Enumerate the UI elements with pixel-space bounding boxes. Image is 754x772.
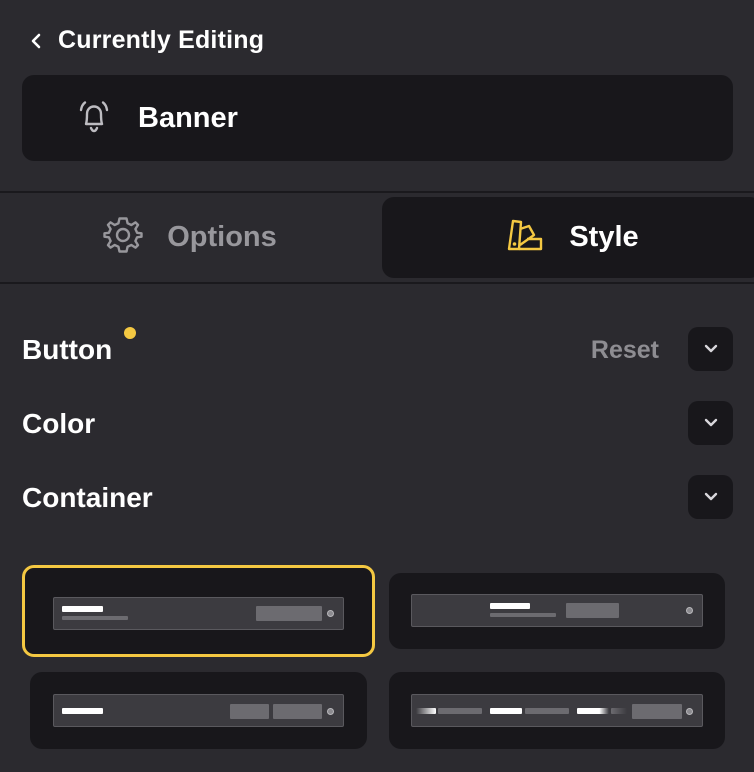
preview-marquee-text: [577, 708, 609, 714]
preview-button: [256, 606, 322, 621]
preview-button: [273, 704, 322, 719]
palette-swatch-icon: [505, 215, 545, 260]
layout-option-1[interactable]: [22, 565, 375, 657]
preview-close: [327, 708, 334, 715]
preview-marquee-subtext: [611, 708, 627, 714]
tab-options-label: Options: [167, 221, 277, 253]
tab-style[interactable]: Style: [382, 197, 754, 278]
chevron-down-icon: [704, 492, 717, 501]
divider: [0, 282, 754, 284]
layout-preview: [411, 694, 703, 727]
preview-button: [632, 704, 682, 719]
preview-title: [62, 708, 103, 714]
layout-preview: [53, 694, 344, 727]
tab-bar: Options Style: [0, 193, 754, 282]
expand-button[interactable]: [688, 475, 733, 519]
current-component-card: Banner: [22, 75, 733, 161]
layout-option-2[interactable]: [389, 573, 725, 649]
chevron-left-icon: [30, 32, 44, 50]
bell-icon: [74, 97, 114, 137]
tab-style-label: Style: [569, 221, 639, 253]
section-title: Container: [22, 482, 153, 513]
component-name: Banner: [138, 102, 238, 134]
section-color[interactable]: Color: [22, 401, 733, 447]
section-container[interactable]: Container: [22, 475, 733, 521]
reset-button[interactable]: Reset: [591, 327, 659, 373]
chevron-down-icon: [704, 344, 717, 353]
preview-subtitle: [490, 613, 556, 617]
layout-preview: [53, 597, 344, 630]
layout-option-3[interactable]: [30, 672, 367, 749]
preview-close: [686, 708, 693, 715]
chevron-down-icon: [704, 418, 717, 427]
preview-marquee-subtext: [438, 708, 482, 714]
layout-option-4[interactable]: [389, 672, 725, 749]
preview-close: [327, 610, 334, 617]
preview-marquee-text: [416, 708, 436, 714]
editor-header: Currently Editing Banner: [0, 0, 754, 190]
modified-indicator: [124, 327, 136, 339]
preview-marquee-subtext: [525, 708, 569, 714]
section-title: Color: [22, 408, 96, 439]
expand-button[interactable]: [688, 401, 733, 445]
preview-marquee-text: [490, 708, 522, 714]
preview-button-secondary: [230, 704, 269, 719]
preview-title: [490, 603, 530, 609]
tab-options[interactable]: Options: [0, 197, 380, 278]
section-button[interactable]: Button Reset: [22, 327, 733, 373]
preview-close: [686, 607, 693, 614]
preview-title: [62, 606, 103, 612]
back-button[interactable]: Currently Editing: [30, 26, 264, 55]
expand-button[interactable]: [688, 327, 733, 371]
back-label: Currently Editing: [58, 26, 265, 54]
preview-button: [566, 603, 619, 618]
preview-subtitle: [62, 616, 128, 620]
layout-preview: [411, 594, 703, 627]
section-title: Button: [22, 334, 113, 365]
gear-icon: [103, 215, 143, 260]
